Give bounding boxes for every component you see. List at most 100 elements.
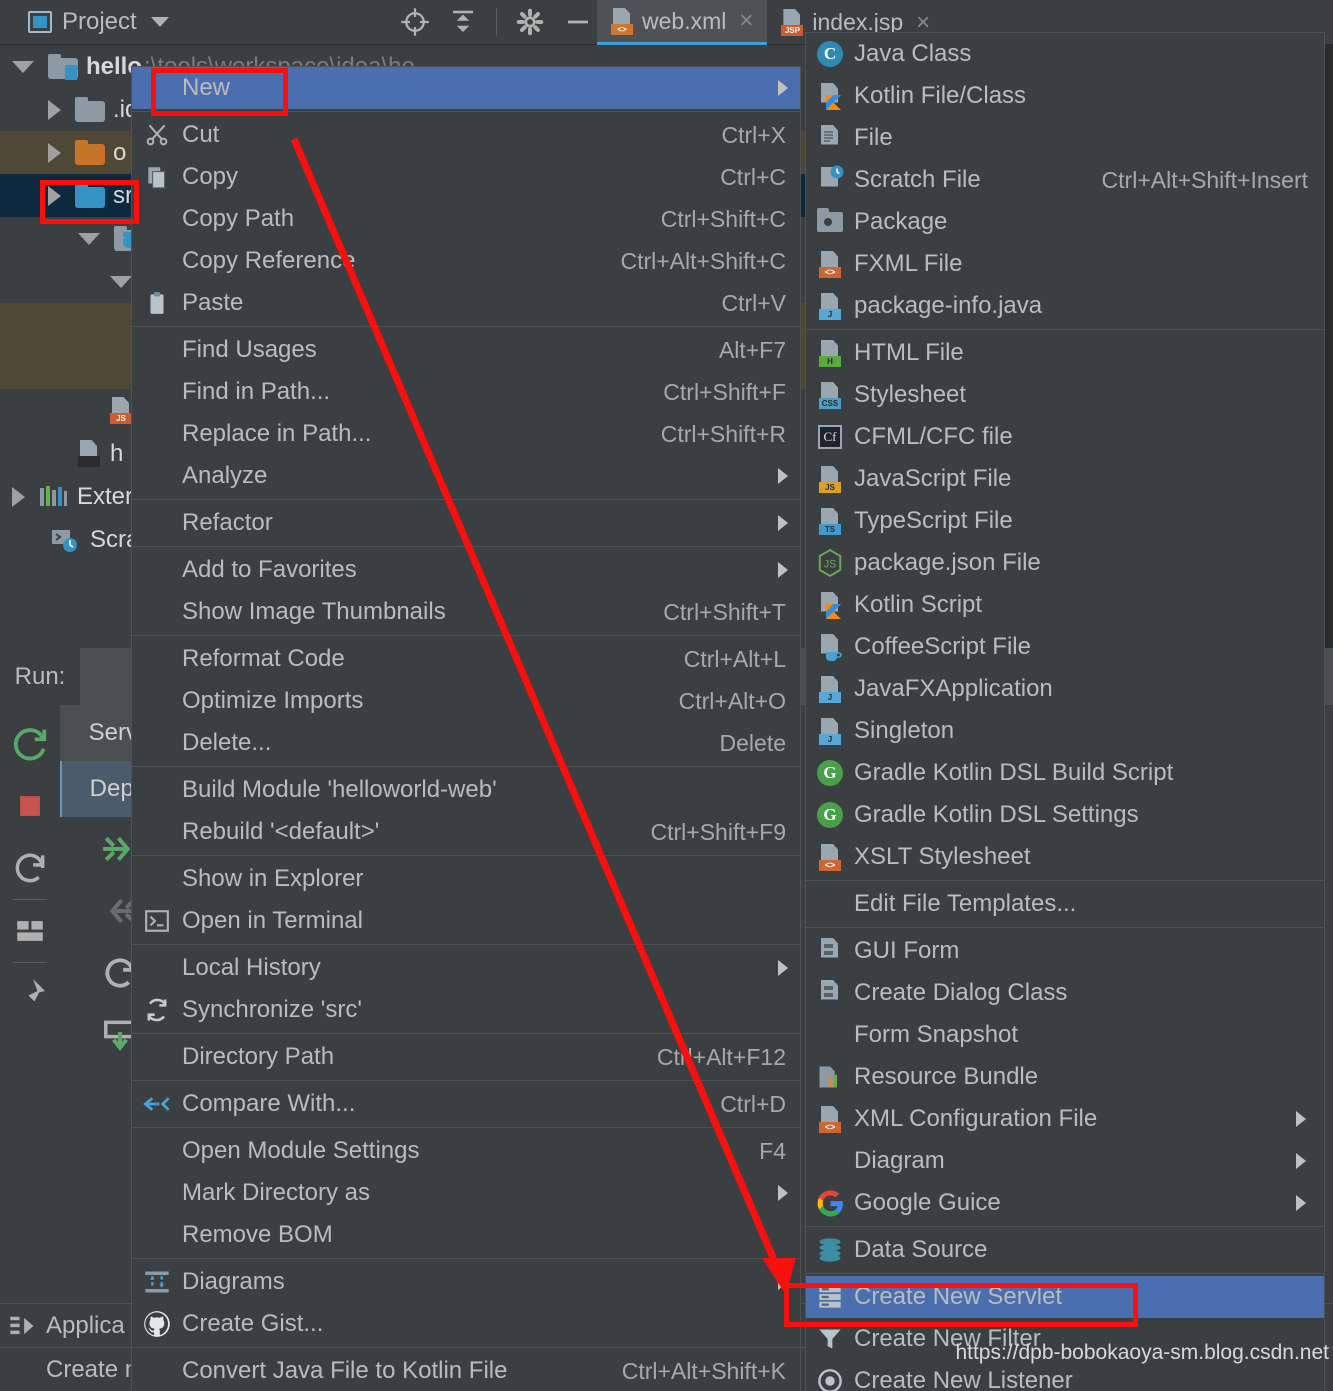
submenu-item-data-source[interactable]: Data Source bbox=[806, 1229, 1324, 1271]
chevron-right-icon bbox=[778, 960, 788, 976]
submenu-item-stylesheet[interactable]: CSS Stylesheet bbox=[806, 374, 1324, 416]
submenu-item-label: Edit File Templates... bbox=[854, 890, 1077, 917]
menu-item-reformat-code[interactable]: Reformat Code Ctrl+Alt+L bbox=[132, 638, 800, 680]
menu-item-optimize-imports[interactable]: Optimize Imports Ctrl+Alt+O bbox=[132, 680, 800, 722]
submenu-item-package-json-file[interactable]: JS package.json File bbox=[806, 542, 1324, 584]
chevron-down-icon[interactable] bbox=[78, 232, 100, 245]
menu-item-label: Show Image Thumbnails bbox=[182, 598, 446, 625]
submenu-item-label: CFML/CFC file bbox=[854, 423, 1013, 450]
submenu-item-cfml-cfc-file[interactable]: Cf CFML/CFC file bbox=[806, 416, 1324, 458]
submenu-item-java-class[interactable]: C Java Class bbox=[806, 33, 1324, 75]
submenu-item-javafx-application[interactable]: J JavaFXApplication bbox=[806, 668, 1324, 710]
menu-item-shortcut: Alt+F7 bbox=[718, 336, 786, 363]
menu-item-remove-bom[interactable]: Remove BOM bbox=[132, 1214, 800, 1256]
submenu-item-xml-configuration-file[interactable]: <> XML Configuration File bbox=[806, 1098, 1324, 1140]
chevron-down-icon[interactable] bbox=[150, 17, 169, 27]
submenu-item-form-snapshot[interactable]: Form Snapshot bbox=[806, 1014, 1324, 1056]
tab-web-xml[interactable]: <> web.xml × bbox=[597, 0, 768, 45]
menu-item-copy-path[interactable]: Copy Path Ctrl+Shift+C bbox=[132, 198, 800, 240]
minimize-icon[interactable] bbox=[563, 7, 593, 37]
submenu-item-typescript-file[interactable]: TS TypeScript File bbox=[806, 500, 1324, 542]
menu-item-copy-reference[interactable]: Copy Reference Ctrl+Alt+Shift+C bbox=[132, 240, 800, 282]
menu-item-build-module[interactable]: Build Module 'helloworld-web' bbox=[132, 769, 800, 811]
layout-icon[interactable] bbox=[2, 900, 58, 962]
project-toolwindow-title-group[interactable]: Project bbox=[0, 8, 169, 36]
menu-item-open-module-settings[interactable]: Open Module Settings F4 bbox=[132, 1130, 800, 1172]
submenu-item-fxml-file[interactable]: <> FXML File bbox=[806, 243, 1324, 285]
submenu-item-javascript-file[interactable]: JS JavaScript File bbox=[806, 458, 1324, 500]
collapse-all-icon[interactable] bbox=[448, 7, 478, 37]
menu-item-create-gist[interactable]: Create Gist... bbox=[132, 1303, 800, 1345]
chevron-right-icon[interactable] bbox=[48, 99, 61, 120]
submenu-item-edit-file-templates[interactable]: Edit File Templates... bbox=[806, 883, 1324, 925]
submenu-item-google-guice[interactable]: Google Guice bbox=[806, 1182, 1324, 1224]
menu-item-label: Copy Path bbox=[182, 205, 295, 232]
menu-item-shortcut: Ctrl+Alt+L bbox=[683, 645, 786, 672]
submenu-item-create-new-servlet[interactable]: Create New Servlet bbox=[806, 1276, 1324, 1318]
menu-item-add-to-favorites[interactable]: Add to Favorites bbox=[132, 549, 800, 591]
close-icon[interactable]: × bbox=[739, 7, 753, 35]
menu-item-rebuild[interactable]: Rebuild '<default>' Ctrl+Shift+F9 bbox=[132, 811, 800, 853]
gear-icon[interactable] bbox=[515, 7, 545, 37]
pin-icon[interactable] bbox=[2, 963, 58, 1025]
submenu-item-gradle-kotlin-dsl-settings[interactable]: G Gradle Kotlin DSL Settings bbox=[806, 794, 1324, 836]
menu-item-synchronize[interactable]: Synchronize 'src' bbox=[132, 989, 800, 1031]
menu-separator bbox=[806, 880, 1324, 881]
menu-item-show-image-thumbnails[interactable]: Show Image Thumbnails Ctrl+Shift+T bbox=[132, 591, 800, 633]
menu-item-shortcut: F4 bbox=[759, 1137, 786, 1164]
submenu-item-diagram[interactable]: Diagram bbox=[806, 1140, 1324, 1182]
menu-item-new[interactable]: New bbox=[132, 67, 800, 109]
menu-separator bbox=[806, 1226, 1324, 1227]
submenu-item-kotlin-script[interactable]: Kotlin Script bbox=[806, 584, 1324, 626]
menu-item-label: Find in Path... bbox=[182, 378, 331, 405]
menu-item-find-usages[interactable]: Find Usages Alt+F7 bbox=[132, 329, 800, 371]
menu-item-directory-path[interactable]: Directory Path Ctrl+Alt+F12 bbox=[132, 1036, 800, 1078]
menu-item-shortcut: Ctrl+Alt+Shift+C bbox=[620, 247, 786, 274]
xml-file-icon: <> bbox=[806, 1105, 854, 1133]
submenu-item-singleton[interactable]: J Singleton bbox=[806, 710, 1324, 752]
menu-separator bbox=[806, 1273, 1324, 1274]
menu-item-compare-with[interactable]: Compare With... Ctrl+D bbox=[132, 1083, 800, 1125]
menu-item-convert-java-to-kotlin[interactable]: Convert Java File to Kotlin File Ctrl+Al… bbox=[132, 1350, 800, 1391]
submenu-item-scratch-file[interactable]: Scratch File Ctrl+Alt+Shift+Insert bbox=[806, 159, 1324, 201]
chevron-right-icon bbox=[778, 1274, 788, 1290]
submenu-item-package-info-java[interactable]: J package-info.java bbox=[806, 285, 1324, 327]
submenu-item-file[interactable]: File bbox=[806, 117, 1324, 159]
chevron-right-icon[interactable] bbox=[12, 486, 25, 507]
menu-item-refactor[interactable]: Refactor bbox=[132, 502, 800, 544]
menu-item-paste[interactable]: Paste Ctrl+V bbox=[132, 282, 800, 324]
rerun-icon[interactable] bbox=[2, 713, 58, 775]
menu-item-analyze[interactable]: Analyze bbox=[132, 455, 800, 497]
menu-item-cut[interactable]: Cut Ctrl+X bbox=[132, 114, 800, 156]
restart-icon[interactable] bbox=[2, 837, 58, 899]
chevron-right-icon bbox=[778, 562, 788, 578]
submenu-item-gui-form[interactable]: GUI Form bbox=[806, 930, 1324, 972]
submenu-item-create-dialog-class[interactable]: Create Dialog Class bbox=[806, 972, 1324, 1014]
menu-item-shortcut: Ctrl+Alt+O bbox=[678, 687, 786, 714]
submenu-item-label: Kotlin File/Class bbox=[854, 82, 1027, 109]
chevron-right-icon[interactable] bbox=[48, 142, 61, 163]
menu-item-open-in-terminal[interactable]: Open in Terminal bbox=[132, 900, 800, 942]
menu-item-local-history[interactable]: Local History bbox=[132, 947, 800, 989]
submenu-item-coffeescript-file[interactable]: CoffeeScript File bbox=[806, 626, 1324, 668]
submenu-item-package[interactable]: Package bbox=[806, 201, 1324, 243]
submenu-item-resource-bundle[interactable]: Resource Bundle bbox=[806, 1056, 1324, 1098]
chevron-down-icon[interactable] bbox=[12, 60, 34, 73]
menu-item-diagrams[interactable]: Diagrams bbox=[132, 1261, 800, 1303]
menu-item-find-in-path[interactable]: Find in Path... Ctrl+Shift+F bbox=[132, 371, 800, 413]
chevron-down-icon[interactable] bbox=[110, 275, 132, 288]
menu-item-copy[interactable]: Copy Ctrl+C bbox=[132, 156, 800, 198]
menu-item-delete[interactable]: Delete... Delete bbox=[132, 722, 800, 764]
stop-icon[interactable] bbox=[2, 775, 58, 837]
menu-item-replace-in-path[interactable]: Replace in Path... Ctrl+Shift+R bbox=[132, 413, 800, 455]
locate-icon[interactable] bbox=[400, 7, 430, 37]
submenu-item-label: Diagram bbox=[854, 1147, 945, 1174]
menu-item-label: Copy Reference bbox=[182, 247, 356, 274]
submenu-item-kotlin-file-class[interactable]: Kotlin File/Class bbox=[806, 75, 1324, 117]
menu-item-show-in-explorer[interactable]: Show in Explorer bbox=[132, 858, 800, 900]
menu-item-mark-directory-as[interactable]: Mark Directory as bbox=[132, 1172, 800, 1214]
submenu-item-html-file[interactable]: H HTML File bbox=[806, 332, 1324, 374]
submenu-item-gradle-kotlin-dsl-build-script[interactable]: G Gradle Kotlin DSL Build Script bbox=[806, 752, 1324, 794]
submenu-item-xslt-stylesheet[interactable]: <> XSLT Stylesheet bbox=[806, 836, 1324, 878]
chevron-right-icon[interactable] bbox=[48, 185, 61, 206]
